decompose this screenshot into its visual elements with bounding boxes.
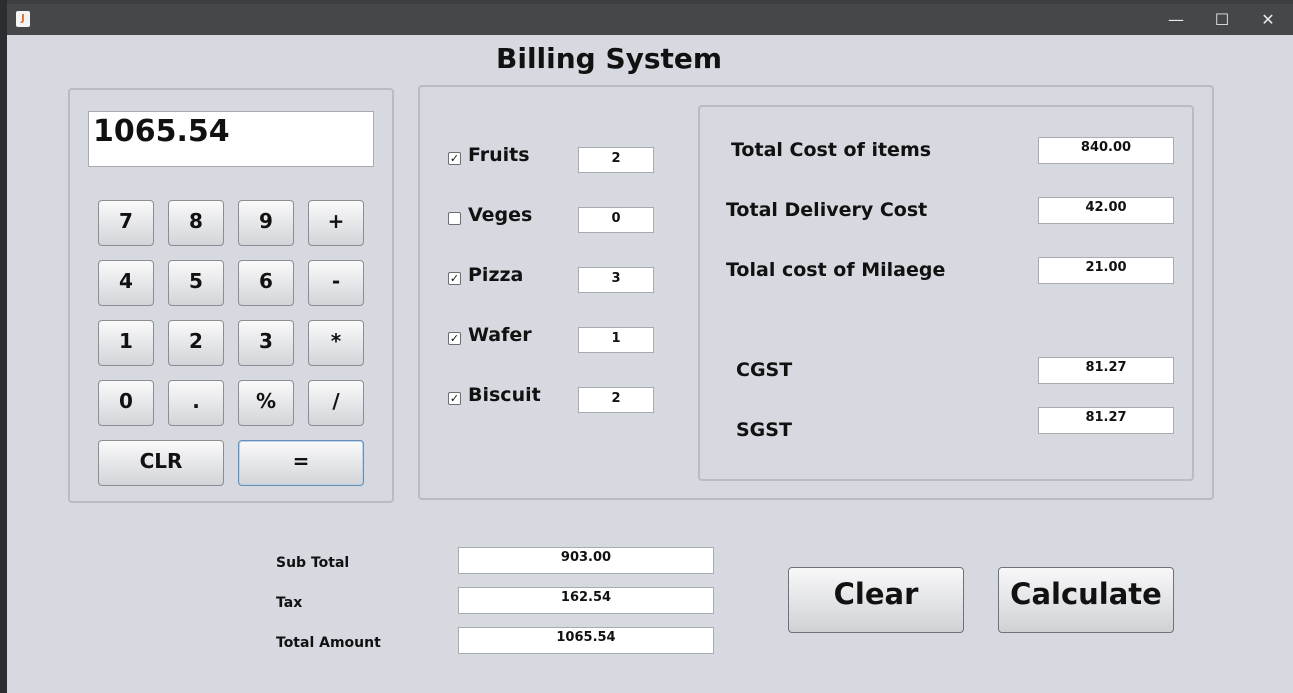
clear-button[interactable]: Clear <box>788 567 964 633</box>
minimize-icon[interactable]: — <box>1153 4 1199 35</box>
veges-quantity-input[interactable]: 0 <box>578 207 654 233</box>
biscuit-checkbox[interactable]: ✓ <box>448 392 461 405</box>
biscuit-quantity-input[interactable]: 2 <box>578 387 654 413</box>
wafer-quantity-input[interactable]: 1 <box>578 327 654 353</box>
subtotal-field[interactable]: 903.00 <box>458 547 714 574</box>
key-multiply-button[interactable]: * <box>308 320 364 366</box>
delivery-cost-field[interactable]: 42.00 <box>1038 197 1174 224</box>
cgst-label: CGST <box>736 359 793 381</box>
key-3-button[interactable]: 3 <box>238 320 294 366</box>
maximize-icon[interactable]: ☐ <box>1199 4 1245 35</box>
key-8-button[interactable]: 8 <box>168 200 224 246</box>
key-minus-button[interactable]: - <box>308 260 364 306</box>
calculator-display[interactable]: 1065.54 <box>88 111 374 167</box>
ide-left-edge <box>0 0 7 693</box>
tax-field[interactable]: 162.54 <box>458 587 714 614</box>
key-plus-button[interactable]: + <box>308 200 364 246</box>
total-amount-field[interactable]: 1065.54 <box>458 627 714 654</box>
key-7-button[interactable]: 7 <box>98 200 154 246</box>
fruits-quantity-input[interactable]: 2 <box>578 147 654 173</box>
title-bar[interactable]: J — ☐ ✕ <box>7 4 1293 35</box>
delivery-cost-label: Total Delivery Cost <box>726 199 928 221</box>
veges-checkbox[interactable] <box>448 212 461 225</box>
fruits-checkbox[interactable]: ✓ <box>448 152 461 165</box>
mileage-cost-field[interactable]: 21.00 <box>1038 257 1174 284</box>
key-4-button[interactable]: 4 <box>98 260 154 306</box>
cgst-field[interactable]: 81.27 <box>1038 357 1174 384</box>
pizza-quantity-input[interactable]: 3 <box>578 267 654 293</box>
total-amount-label: Total Amount <box>276 635 381 651</box>
key-6-button[interactable]: 6 <box>238 260 294 306</box>
equals-button[interactable]: = <box>238 440 364 486</box>
sgst-field[interactable]: 81.27 <box>1038 407 1174 434</box>
key-2-button[interactable]: 2 <box>168 320 224 366</box>
billing-window: J — ☐ ✕ Billing System 1065.54 7 8 9 + 4… <box>7 4 1293 693</box>
sgst-label: SGST <box>736 419 792 441</box>
wafer-checkbox[interactable]: ✓ <box>448 332 461 345</box>
clr-button[interactable]: CLR <box>98 440 224 486</box>
key-9-button[interactable]: 9 <box>238 200 294 246</box>
key-percent-button[interactable]: % <box>238 380 294 426</box>
key-divide-button[interactable]: / <box>308 380 364 426</box>
page-title: Billing System <box>496 42 723 75</box>
fruits-label: Fruits <box>468 144 530 166</box>
pizza-label: Pizza <box>468 264 524 286</box>
key-dot-button[interactable]: . <box>168 380 224 426</box>
biscuit-label: Biscuit <box>468 384 541 406</box>
subtotal-label: Sub Total <box>276 555 350 571</box>
key-0-button[interactable]: 0 <box>98 380 154 426</box>
java-icon: J <box>16 11 30 27</box>
mileage-cost-label: Tolal cost of Milaege <box>726 259 946 281</box>
calculate-button[interactable]: Calculate <box>998 567 1174 633</box>
close-icon[interactable]: ✕ <box>1245 4 1291 35</box>
pizza-checkbox[interactable]: ✓ <box>448 272 461 285</box>
items-cost-field[interactable]: 840.00 <box>1038 137 1174 164</box>
items-cost-label: Total Cost of items <box>731 139 932 161</box>
key-1-button[interactable]: 1 <box>98 320 154 366</box>
key-5-button[interactable]: 5 <box>168 260 224 306</box>
veges-label: Veges <box>468 204 533 226</box>
wafer-label: Wafer <box>468 324 532 346</box>
tax-label: Tax <box>276 595 303 611</box>
